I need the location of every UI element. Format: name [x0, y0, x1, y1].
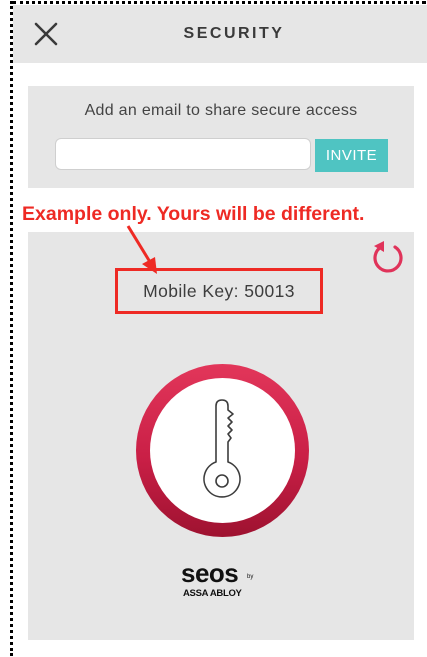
- seos-logo: seos by ASSA ABLOY: [181, 560, 261, 604]
- refresh-icon: [373, 241, 403, 273]
- unlock-key-button[interactable]: [136, 364, 309, 537]
- assa-abloy-wordmark: ASSA ABLOY: [183, 588, 242, 599]
- refresh-button[interactable]: [370, 238, 406, 274]
- key-icon: [203, 399, 241, 498]
- mobile-key-label: Mobile Key: 50013: [115, 268, 323, 314]
- logo-by-text: by: [247, 574, 254, 580]
- key-button-face: [150, 378, 295, 523]
- seos-wordmark: seos: [181, 558, 239, 588]
